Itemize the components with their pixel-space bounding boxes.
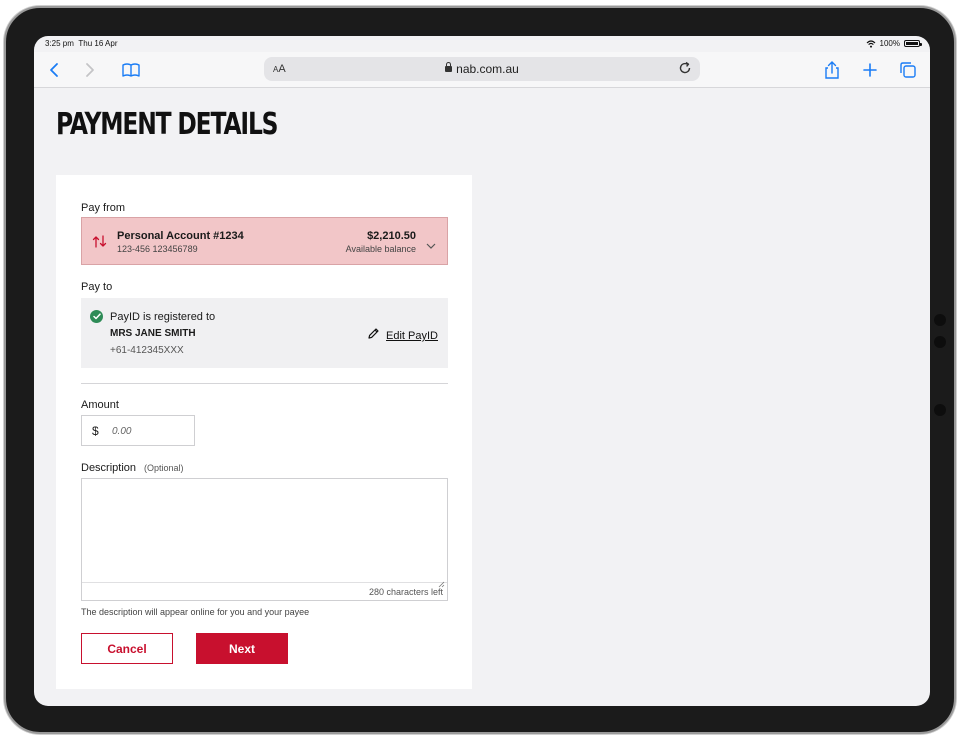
amount-field[interactable]: $ bbox=[81, 415, 195, 446]
amount-input[interactable] bbox=[110, 422, 190, 440]
volume-button bbox=[934, 314, 946, 326]
description-label: Description (Optional) bbox=[81, 462, 184, 474]
pencil-icon bbox=[367, 327, 380, 345]
cancel-button[interactable]: Cancel bbox=[81, 633, 173, 664]
reload-icon[interactable] bbox=[678, 61, 692, 80]
browser-toolbar: AA nab.com.au bbox=[34, 52, 930, 88]
url-display[interactable]: nab.com.au bbox=[264, 61, 700, 76]
battery-percent: 100% bbox=[879, 39, 900, 48]
screen: 3:25 pm Thu 16 Apr 100% AA nab.com.au PA… bbox=[34, 36, 930, 706]
payee-name: MRS JANE SMITH bbox=[110, 328, 196, 339]
page-title: PAYMENT DETAILS bbox=[56, 107, 279, 142]
account-balance: $2,210.50 bbox=[367, 230, 416, 242]
ipad-frame: 3:25 pm Thu 16 Apr 100% AA nab.com.au PA… bbox=[4, 6, 956, 734]
currency-symbol: $ bbox=[92, 424, 99, 438]
wifi-icon bbox=[866, 39, 875, 48]
share-icon[interactable] bbox=[822, 60, 842, 80]
address-bar[interactable]: AA nab.com.au bbox=[264, 57, 700, 81]
check-circle-icon bbox=[90, 310, 103, 323]
edit-payid-label: Edit PayID bbox=[386, 330, 438, 342]
section-divider bbox=[81, 383, 448, 384]
bookmarks-icon[interactable] bbox=[121, 60, 141, 80]
battery-icon bbox=[904, 40, 922, 47]
payment-form: Pay from Personal Account #1234 123-456 … bbox=[56, 175, 472, 689]
forward-icon[interactable] bbox=[80, 60, 100, 80]
description-note: The description will appear online for y… bbox=[81, 607, 310, 617]
tabs-icon[interactable] bbox=[898, 60, 918, 80]
amount-label: Amount bbox=[81, 399, 119, 411]
chevron-down-icon bbox=[426, 237, 436, 255]
account-name: Personal Account #1234 bbox=[117, 230, 244, 242]
payee-panel: PayID is registered to MRS JANE SMITH +6… bbox=[81, 298, 448, 368]
optional-label: (Optional) bbox=[144, 463, 184, 473]
payid-registered-text: PayID is registered to bbox=[110, 311, 216, 323]
back-icon[interactable] bbox=[44, 60, 64, 80]
balance-label: Available balance bbox=[345, 244, 416, 254]
pay-from-label: Pay from bbox=[81, 202, 126, 214]
edit-payid-link[interactable]: Edit PayID bbox=[367, 327, 438, 345]
description-input[interactable] bbox=[82, 479, 447, 583]
pay-from-account-select[interactable]: Personal Account #1234 123-456 123456789… bbox=[81, 217, 448, 265]
transfer-icon bbox=[92, 234, 107, 254]
volume-button bbox=[934, 336, 946, 348]
lock-icon bbox=[445, 61, 453, 72]
description-field: 280 characters left bbox=[81, 478, 448, 601]
account-number: 123-456 123456789 bbox=[117, 244, 198, 254]
new-tab-icon[interactable] bbox=[860, 60, 880, 80]
status-bar: 3:25 pm Thu 16 Apr 100% bbox=[34, 36, 930, 52]
status-indicators: 100% bbox=[866, 39, 922, 48]
status-time: 3:25 pm Thu 16 Apr bbox=[45, 39, 118, 48]
next-button[interactable]: Next bbox=[196, 633, 288, 664]
characters-left: 280 characters left bbox=[368, 587, 443, 597]
payee-phone: +61-412345XXX bbox=[110, 345, 184, 356]
side-button bbox=[934, 404, 946, 416]
pay-to-label: Pay to bbox=[81, 281, 113, 293]
